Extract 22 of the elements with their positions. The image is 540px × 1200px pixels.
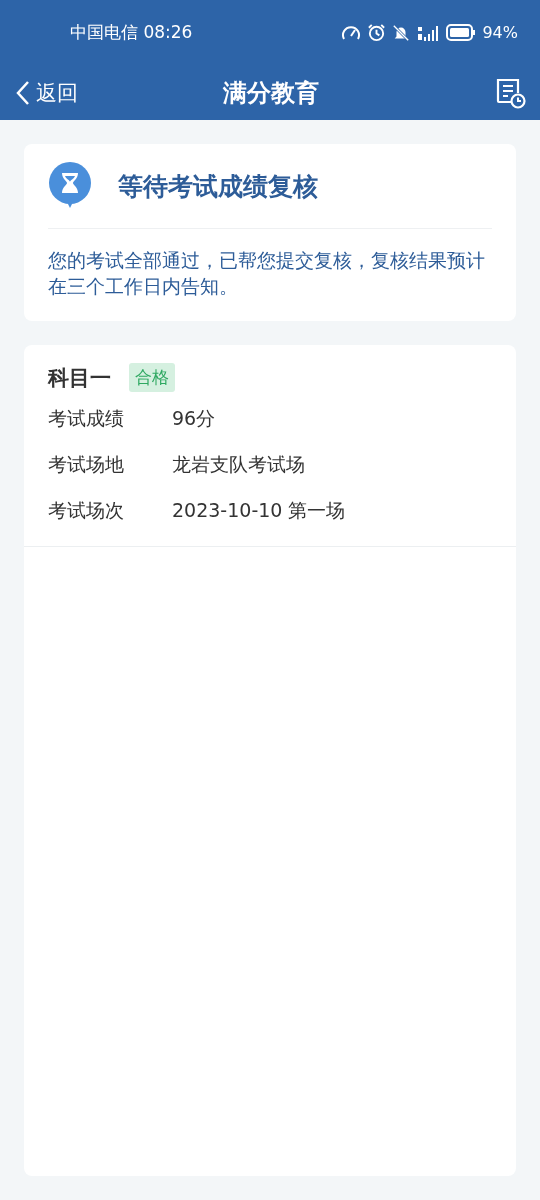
field-label: 考试场次 (48, 498, 125, 523)
subject-title: 科目一 (48, 364, 111, 392)
alarm-icon (367, 23, 387, 42)
field-label: 考试成绩 (48, 406, 125, 431)
notice-message: 您的考试全部通过，已帮您提交复核，复核结果预计在三个工作日内告知。 (48, 248, 486, 299)
document-clock-icon[interactable] (494, 76, 526, 109)
speedometer-icon (341, 23, 362, 42)
notice-title: 等待考试成绩复核 (118, 170, 318, 203)
battery-level: 94% (482, 23, 518, 42)
field-label: 考试场地 (48, 452, 125, 477)
field-value: 2023-10-10 第一场 (172, 498, 346, 523)
carrier-time: 中国电信 08:26 (70, 21, 194, 44)
back-button[interactable]: 返回 (16, 78, 126, 107)
field-value: 96分 (172, 406, 216, 431)
battery-icon (446, 24, 477, 41)
muted-bell-icon (392, 23, 411, 42)
result-badge: 合格 (129, 363, 175, 392)
signal-icon (416, 23, 441, 42)
page-title: 满分教育 (222, 77, 320, 109)
field-value: 龙岩支队考试场 (172, 452, 305, 477)
hourglass-icon (48, 162, 92, 210)
chevron-left-icon (16, 79, 30, 106)
